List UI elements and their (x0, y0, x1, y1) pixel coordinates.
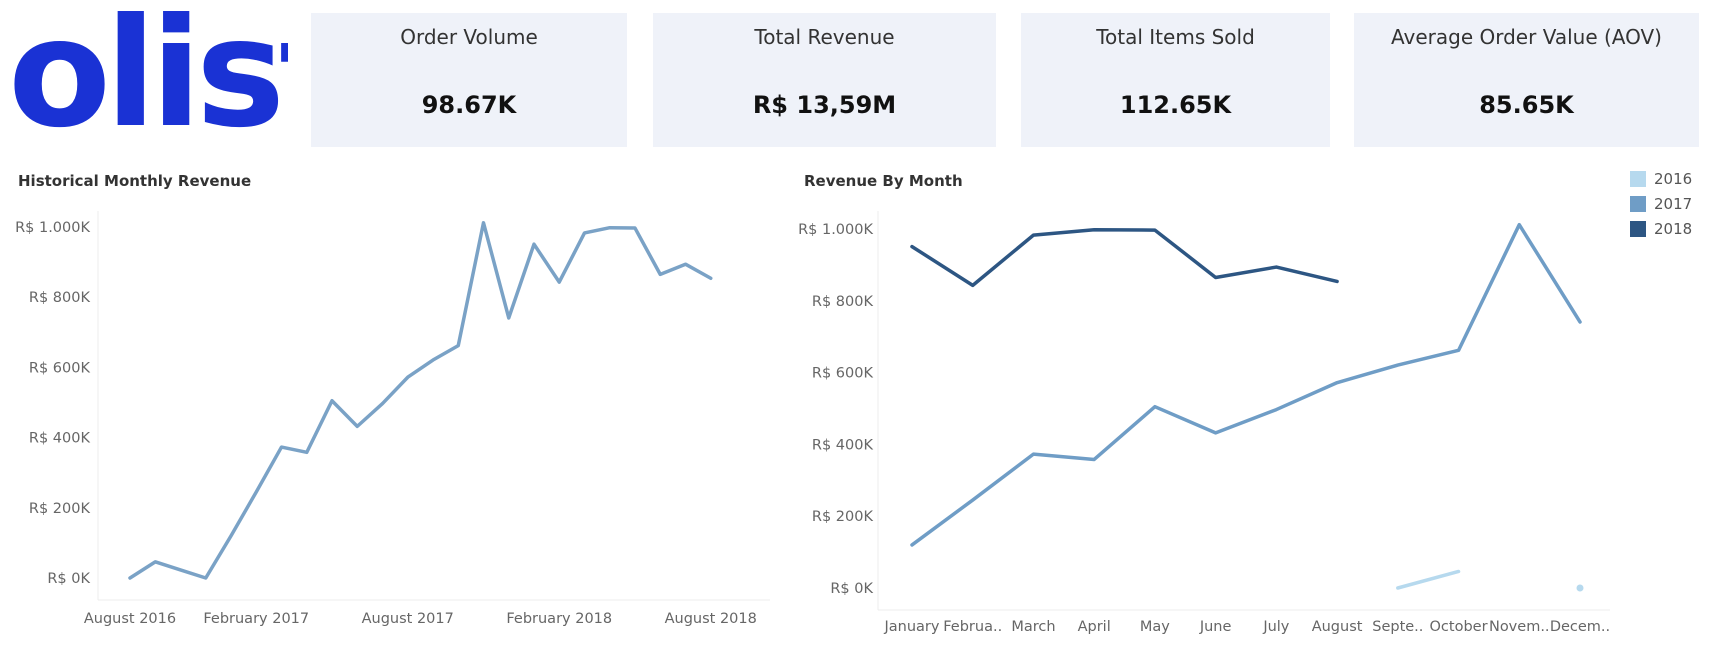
x-tick-label: October (1430, 619, 1488, 635)
x-tick-label: Novem.. (1489, 619, 1550, 635)
legend-label: 2018 (1654, 219, 1693, 238)
y-tick-label: R$ 200K (29, 501, 91, 517)
historical-revenue-line (128, 221, 713, 580)
x-tick-label: August 2017 (362, 611, 454, 627)
series-2018-line (910, 227, 1339, 288)
x-tick-label: Septe.. (1372, 619, 1423, 635)
y-tick-label: R$ 800K (29, 290, 91, 306)
x-tick-label: May (1140, 619, 1170, 635)
series-2016-line (1396, 569, 1461, 590)
x-tick-label: February 2018 (506, 611, 612, 627)
legend-item-2018: 2018 (1630, 216, 1692, 241)
x-tick-label: June (1199, 619, 1232, 635)
series-2016-point (1576, 584, 1584, 592)
legend-label: 2017 (1654, 194, 1693, 213)
x-tick-label: August 2016 (84, 611, 176, 627)
revenue-by-month-legend: 2016 2017 2018 (1630, 166, 1692, 241)
x-tick-label: March (1011, 619, 1055, 635)
legend-swatch (1630, 170, 1646, 187)
legend-item-2017: 2017 (1630, 191, 1692, 216)
x-tick-label: Februa.. (943, 619, 1002, 635)
y-tick-label: R$ 0K (47, 571, 90, 587)
legend-item-2016: 2016 (1630, 166, 1692, 191)
y-tick-label: R$ 800K (812, 294, 874, 310)
x-tick-label: April (1078, 619, 1111, 635)
x-tick-label: February 2017 (203, 611, 309, 627)
x-tick-label: January (884, 619, 940, 635)
x-tick-label: August (1312, 619, 1363, 635)
y-tick-label: R$ 0K (830, 581, 873, 597)
y-tick-label: R$ 1.000K (15, 220, 90, 236)
legend-swatch (1630, 220, 1646, 237)
x-tick-label: July (1262, 619, 1289, 635)
y-tick-label: R$ 400K (812, 437, 874, 453)
legend-label: 2016 (1654, 169, 1693, 188)
legend-swatch (1630, 195, 1646, 212)
charts-canvas: R$ 0K R$ 200K R$ 400K R$ 600K R$ 800K R$ 1.00… (15, 211, 1610, 635)
y-tick-label: R$ 1.000K (798, 222, 873, 238)
y-tick-label: R$ 600K (812, 366, 874, 382)
x-tick-label: August 2018 (665, 611, 757, 627)
y-tick-label: R$ 200K (812, 509, 874, 525)
x-tick-label: Decem.. (1550, 619, 1610, 635)
y-tick-label: R$ 600K (29, 360, 91, 376)
y-tick-label: R$ 400K (29, 431, 91, 447)
